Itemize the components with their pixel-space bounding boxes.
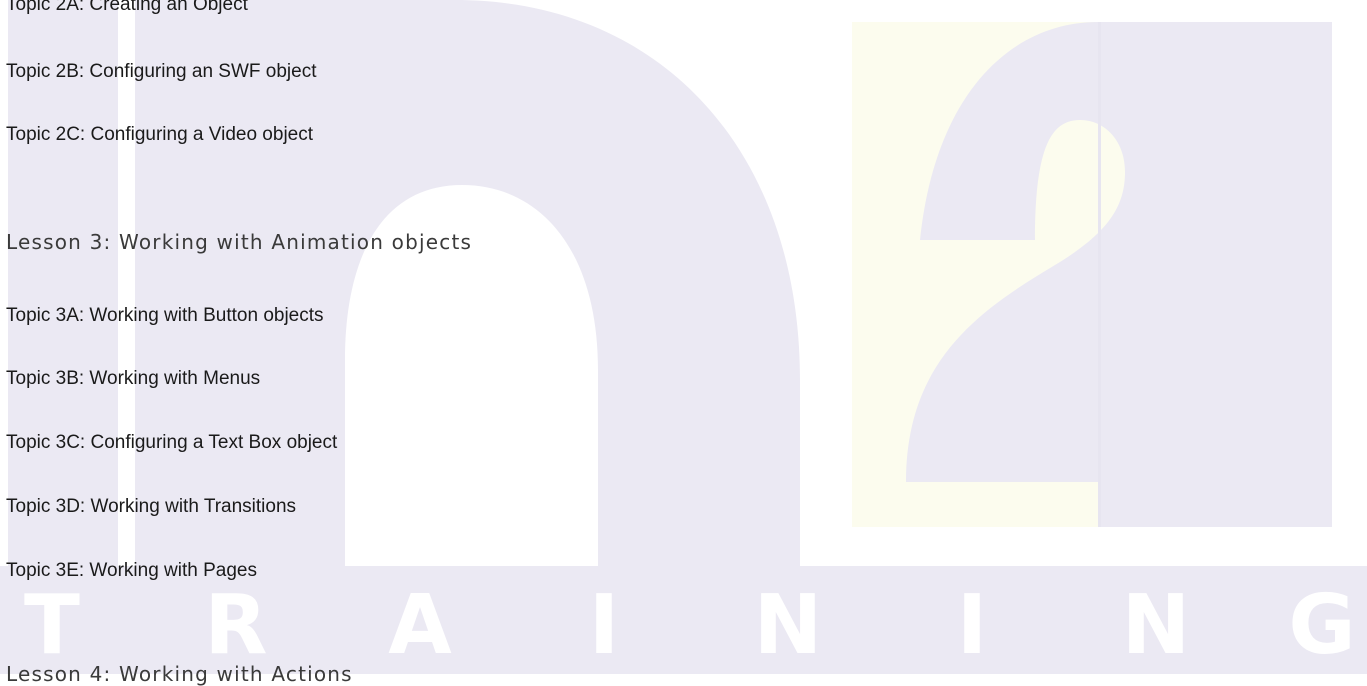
course-outline: Topic 2A: Creating an Object Topic 2B: C… [0, 0, 1367, 686]
topic-3b: Topic 3B: Working with Menus [6, 368, 261, 389]
topic-3c: Topic 3C: Configuring a Text Box object [6, 432, 338, 453]
lesson-3-title: Lesson 3: Working with Animation objects [6, 230, 473, 254]
topic-2a: Topic 2A: Creating an Object [6, 0, 248, 15]
topic-3e: Topic 3E: Working with Pages [6, 560, 257, 581]
topic-2b: Topic 2B: Configuring an SWF object [6, 61, 317, 82]
topic-3a: Topic 3A: Working with Button objects [6, 305, 324, 326]
topic-3d: Topic 3D: Working with Transitions [6, 496, 297, 517]
lesson-4-title: Lesson 4: Working with Actions [6, 662, 353, 686]
topic-2c: Topic 2C: Configuring a Video object [6, 124, 314, 145]
